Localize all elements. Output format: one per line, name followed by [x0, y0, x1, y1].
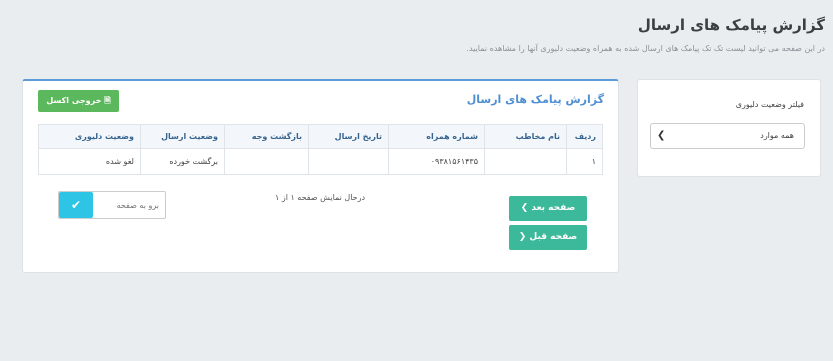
prev-page-button[interactable]: صفحه قبل ❮ — [509, 225, 587, 250]
chevron-right-icon: ❯ — [520, 203, 529, 213]
prev-page-label: صفحه قبل — [529, 232, 578, 242]
goto-page-button[interactable]: ✔ — [59, 192, 93, 218]
col-header-row-number: ردیف — [566, 124, 603, 149]
col-header-mobile: شماره همراه — [388, 124, 485, 149]
cell-contact-name — [484, 148, 567, 175]
chevron-left-icon: ❮ — [518, 232, 527, 242]
cell-mobile: ۰۹۳۸۱۵۶۱۴۳۵ — [388, 148, 485, 175]
filter-label: فیلتر وضعیت دلیوری — [735, 100, 804, 109]
col-header-contact-name: نام مخاطب — [484, 124, 567, 149]
col-header-send-status: وضعیت ارسال — [140, 124, 225, 149]
col-header-delivery-status: وضعیت دلیوری — [38, 124, 141, 149]
cell-row-number: ۱ — [566, 148, 603, 175]
col-header-refund: بازگشت وجه — [224, 124, 309, 149]
cell-send-status: برگشت خورده — [140, 148, 225, 175]
page-title: گزارش پیامک های ارسال — [637, 16, 825, 34]
excel-export-button[interactable]: 🗎 خروجی اکسل — [38, 90, 119, 112]
page-description: در این صفحه می توانید لیست تک تک پیامک ه… — [466, 44, 825, 53]
next-page-button[interactable]: صفحه بعد ❯ — [509, 196, 587, 221]
delivery-filter-select[interactable]: همه موارد ❯ — [650, 123, 805, 149]
cell-send-date — [308, 148, 389, 175]
table-header-row: ردیف نام مخاطب شماره همراه تاریخ ارسال ب… — [38, 124, 603, 149]
excel-export-label: خروجی اکسل — [46, 96, 102, 105]
next-page-label: صفحه بعد — [531, 203, 576, 213]
check-icon: ✔ — [70, 198, 82, 212]
goto-page-group: ✔ — [58, 191, 166, 219]
cell-refund — [224, 148, 309, 175]
page-info: درحال نمایش صفحه ۱ از ۱ — [275, 193, 366, 202]
table-row: ۱ ۰۹۳۸۱۵۶۱۴۳۵ برگشت خورده لغو شده — [38, 148, 603, 175]
file-excel-icon: 🗎 — [104, 96, 111, 105]
goto-page-input[interactable] — [90, 192, 165, 218]
col-header-send-date: تاریخ ارسال — [308, 124, 389, 149]
cell-delivery-status: لغو شده — [38, 148, 141, 175]
chevron-down-icon: ❯ — [657, 130, 666, 141]
report-panel: گزارش پیامک های ارسال 🗎 خروجی اکسل ردیف … — [22, 79, 619, 273]
filter-selected-value: همه موارد — [760, 131, 794, 140]
report-table: ردیف نام مخاطب شماره همراه تاریخ ارسال ب… — [38, 124, 603, 175]
report-title: گزارش پیامک های ارسال — [466, 93, 604, 106]
filter-panel: فیلتر وضعیت دلیوری همه موارد ❯ — [637, 79, 821, 177]
